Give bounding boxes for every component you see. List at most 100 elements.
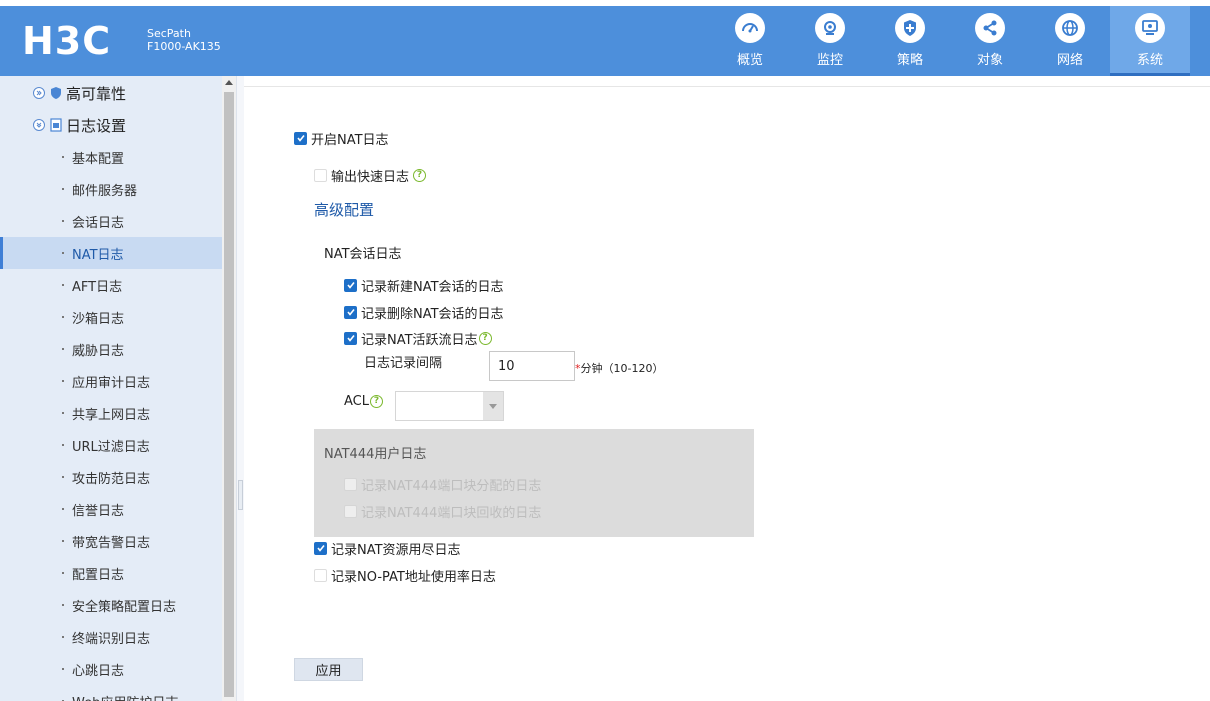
- log-new-session-label: 记录新建NAT会话的日志: [361, 279, 504, 295]
- sidebar-item-mail-server[interactable]: 邮件服务器: [0, 173, 222, 205]
- bullet-icon: [62, 572, 64, 574]
- nav-overview[interactable]: 概览: [710, 6, 790, 76]
- apply-button[interactable]: 应用: [294, 658, 363, 681]
- fast-log-checkbox[interactable]: [314, 168, 327, 182]
- sidebar-group-ha[interactable]: 高可靠性: [33, 81, 126, 105]
- bullet-icon: [62, 156, 64, 158]
- splitter-handle[interactable]: [238, 480, 243, 510]
- nopat-usage-checkbox[interactable]: [314, 568, 327, 582]
- sidebar-item-session-log[interactable]: 会话日志: [0, 205, 222, 237]
- sidebar-item-terminal-id-log[interactable]: 终端识别日志: [0, 621, 222, 653]
- bullet-icon: [62, 636, 64, 638]
- product-line-2: F1000-AK135: [147, 40, 221, 53]
- sidebar-item-aft-log[interactable]: AFT日志: [0, 269, 222, 301]
- chevron-down-icon[interactable]: [483, 392, 503, 420]
- sidebar-item-label: 配置日志: [72, 567, 125, 583]
- acl-label: ACL: [344, 393, 369, 409]
- bullet-icon: [62, 284, 64, 286]
- sidebar-item-sandbox-log[interactable]: 沙箱日志: [0, 301, 222, 333]
- sidebar-group-label: 日志设置: [66, 116, 127, 135]
- acl-select[interactable]: [395, 391, 504, 421]
- sidebar-item-label: 应用审计日志: [72, 375, 151, 391]
- resource-exhausted-checkbox[interactable]: [314, 541, 327, 555]
- enable-nat-log-checkbox[interactable]: [294, 131, 307, 145]
- nat444-recycle-label: 记录NAT444端口块回收的日志: [361, 505, 542, 521]
- sidebar-item-waf-log[interactable]: Web应用防护日志: [0, 685, 222, 701]
- sidebar-item-url-filter-log[interactable]: URL过滤日志: [0, 429, 222, 461]
- log-delete-session-checkbox[interactable]: [344, 305, 357, 319]
- main-nav: 概览 监控 策略 对象 网络 系统: [710, 6, 1190, 76]
- system-icon: [1135, 13, 1165, 43]
- nat444-recycle-checkbox[interactable]: [344, 504, 357, 518]
- main-content: 开启NAT日志 输出快速日志 ? 高级配置 NAT会话日志 记录新建NAT会话的…: [244, 86, 1210, 701]
- sidebar-item-label: 威胁日志: [72, 343, 125, 359]
- help-icon[interactable]: ?: [478, 331, 492, 345]
- bullet-icon: [62, 412, 64, 414]
- nat444-alloc-checkbox[interactable]: [344, 477, 357, 491]
- bullet-icon: [62, 220, 64, 222]
- nav-monitor[interactable]: 监控: [790, 6, 870, 76]
- acl-row: ACL ?: [344, 393, 383, 409]
- log-active-flow-row: 记录NAT活跃流日志 ?: [344, 330, 492, 348]
- monitor-icon: [815, 13, 845, 43]
- sidebar-item-config-log[interactable]: 配置日志: [0, 557, 222, 589]
- resource-exhausted-row: 记录NAT资源用尽日志: [314, 540, 461, 558]
- fast-log-label: 输出快速日志: [331, 169, 410, 185]
- collapse-icon[interactable]: [33, 119, 45, 131]
- sidebar-item-reputation-log[interactable]: 信誉日志: [0, 493, 222, 525]
- nat444-title: NAT444用户日志: [324, 447, 427, 462]
- bullet-icon: [62, 508, 64, 510]
- sidebar-item-basic-config[interactable]: 基本配置: [0, 141, 222, 173]
- nat444-alloc-label: 记录NAT444端口块分配的日志: [361, 478, 542, 494]
- sidebar-item-shared-access-log[interactable]: 共享上网日志: [0, 397, 222, 429]
- interval-input[interactable]: 10: [489, 351, 575, 381]
- bullet-icon: [62, 476, 64, 478]
- bullet-icon: [62, 540, 64, 542]
- nav-object-label: 对象: [976, 53, 1003, 68]
- sidebar-item-security-policy-log[interactable]: 安全策略配置日志: [0, 589, 222, 621]
- sidebar-item-heartbeat-log[interactable]: 心跳日志: [0, 653, 222, 685]
- sidebar-item-label: 终端识别日志: [72, 631, 151, 647]
- nat-session-log-title: NAT会话日志: [324, 247, 402, 262]
- nav-system-label: 系统: [1136, 53, 1163, 68]
- nopat-usage-row: 记录NO-PAT地址使用率日志: [314, 567, 496, 585]
- bullet-icon: [62, 380, 64, 382]
- help-icon[interactable]: ?: [369, 394, 383, 408]
- nav-network-label: 网络: [1056, 53, 1083, 68]
- product-line-1: SecPath: [147, 27, 191, 40]
- scroll-up-arrow-icon[interactable]: [225, 80, 233, 85]
- nav-system[interactable]: 系统: [1110, 6, 1190, 76]
- sidebar-item-bandwidth-alarm-log[interactable]: 带宽告警日志: [0, 525, 222, 557]
- bullet-icon: [62, 316, 64, 318]
- sidebar-item-app-audit-log[interactable]: 应用审计日志: [0, 365, 222, 397]
- nopat-usage-label: 记录NO-PAT地址使用率日志: [331, 569, 496, 585]
- h3c-logo: H3C: [22, 19, 112, 63]
- sidebar-item-threat-log[interactable]: 威胁日志: [0, 333, 222, 365]
- bullet-icon: [62, 348, 64, 350]
- dashboard-icon: [735, 13, 765, 43]
- sidebar-item-label: 沙箱日志: [72, 311, 125, 327]
- nat444-recycle-row: 记录NAT444端口块回收的日志: [344, 503, 542, 521]
- advanced-config-link[interactable]: 高级配置: [314, 199, 374, 220]
- enable-nat-log-row: 开启NAT日志: [294, 130, 389, 148]
- log-delete-session-row: 记录删除NAT会话的日志: [344, 304, 504, 322]
- log-new-session-checkbox[interactable]: [344, 278, 357, 292]
- sidebar-item-label: 共享上网日志: [72, 407, 151, 423]
- log-active-flow-checkbox[interactable]: [344, 331, 357, 345]
- sidebar-group-log-settings[interactable]: 日志设置: [33, 113, 126, 137]
- sidebar-item-attack-defense-log[interactable]: 攻击防范日志: [0, 461, 222, 493]
- panel-splitter[interactable]: [236, 76, 244, 701]
- nat444-panel: NAT444用户日志 记录NAT444端口块分配的日志 记录NAT444端口块回…: [314, 429, 754, 537]
- sidebar-item-label: 心跳日志: [72, 663, 125, 679]
- nav-object[interactable]: 对象: [950, 6, 1030, 76]
- help-icon[interactable]: ?: [413, 168, 427, 182]
- scroll-thumb[interactable]: [224, 92, 234, 697]
- nav-policy[interactable]: 策略: [870, 6, 950, 76]
- fast-log-row: 输出快速日志 ?: [314, 167, 427, 185]
- sidebar-item-nat-log[interactable]: NAT日志: [0, 237, 222, 269]
- expand-icon[interactable]: [33, 87, 45, 99]
- sidebar-group-label: 高可靠性: [66, 84, 127, 103]
- sidebar-scrollbar[interactable]: [222, 76, 236, 701]
- bullet-icon: [62, 252, 64, 254]
- nav-network[interactable]: 网络: [1030, 6, 1110, 76]
